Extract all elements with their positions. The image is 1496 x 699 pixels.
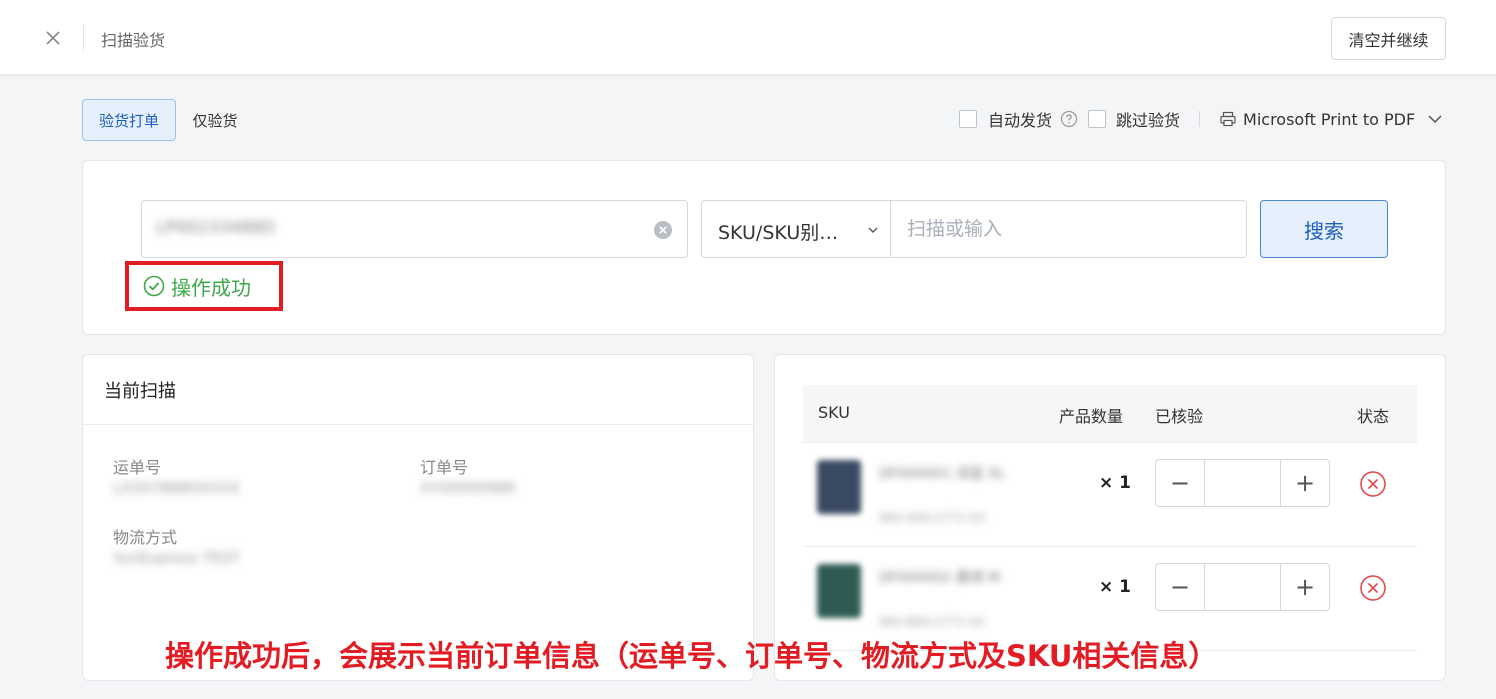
- auto-ship-label: 自动发货: [988, 111, 1053, 130]
- printer-icon: [1220, 111, 1236, 127]
- success-message: 操作成功: [125, 261, 283, 311]
- success-text: 操作成功: [171, 275, 251, 300]
- tracking-value: LX3078880XXXX: [113, 479, 240, 497]
- verified-stepper: − +: [1155, 459, 1330, 507]
- tab-inspect-only[interactable]: 仅验货: [180, 99, 250, 141]
- search-field-value: SKU/SKU别…: [718, 222, 839, 244]
- col-quantity: 产品数量: [1059, 407, 1124, 426]
- search-field-select[interactable]: SKU/SKU别…: [701, 200, 891, 258]
- decrement-button[interactable]: −: [1156, 460, 1204, 506]
- product-thumbnail: [817, 460, 861, 514]
- sku-code: SKU-A00-2771-S3: [879, 511, 985, 525]
- options-divider: [1199, 111, 1201, 127]
- chevron-down-icon: [868, 227, 878, 233]
- decrement-button[interactable]: −: [1156, 564, 1204, 610]
- sku-name: DF000001 深蓝 XL: [879, 466, 1006, 482]
- table-row: DF000001 深蓝 XL SKU-A00-2771-S3 × 1 − +: [803, 443, 1417, 547]
- help-icon[interactable]: [1060, 110, 1078, 128]
- current-scan-panel: 当前扫描 运单号 LX3078880XXXX 订单号 XY0000098K 物流…: [82, 354, 754, 681]
- printer-label: Microsoft Print to PDF: [1243, 109, 1416, 129]
- tracking-input[interactable]: LP00233488D: [141, 200, 688, 258]
- quantity-value: × 1: [1099, 473, 1131, 493]
- annotation-caption: 操作成功后，会展示当前订单信息（运单号、订单号、物流方式及SKU相关信息）: [165, 639, 1218, 673]
- sku-name: DF000002 墨绿 M: [879, 570, 1001, 586]
- product-thumbnail: [817, 564, 861, 618]
- tracking-label: 运单号: [113, 458, 162, 477]
- close-icon[interactable]: [44, 29, 62, 47]
- header-divider: [83, 25, 84, 51]
- skip-inspect-checkbox[interactable]: [1088, 110, 1107, 128]
- col-status: 状态: [1357, 407, 1390, 426]
- tracking-input-value: LP00233488D: [156, 218, 276, 238]
- options-bar: 自动发货 跳过验货 Microsoft Print to PDF: [959, 108, 1443, 130]
- sku-panel: SKU 产品数量 已核验 状态 DF000001 深蓝 XL SKU-A00-2…: [774, 354, 1446, 681]
- sku-code: SKU-B00-2771-S2: [879, 615, 985, 629]
- error-circle-icon[interactable]: [1359, 470, 1387, 498]
- increment-button[interactable]: +: [1281, 564, 1329, 610]
- scan-input[interactable]: [890, 200, 1247, 258]
- auto-ship-checkbox[interactable]: [959, 110, 977, 128]
- tab-inspect-print[interactable]: 验货打单: [82, 99, 176, 141]
- check-circle-icon: [143, 275, 165, 297]
- error-circle-icon[interactable]: [1359, 574, 1387, 602]
- sku-table-header: SKU 产品数量 已核验 状态: [803, 385, 1417, 443]
- printer-select[interactable]: Microsoft Print to PDF: [1219, 110, 1443, 129]
- col-sku: SKU: [818, 403, 850, 422]
- current-scan-title: 当前扫描: [104, 381, 176, 402]
- increment-button[interactable]: +: [1281, 460, 1329, 506]
- chevron-down-icon: [1428, 115, 1442, 124]
- clear-input-icon[interactable]: [653, 220, 673, 240]
- col-verified: 已核验: [1155, 407, 1204, 426]
- verified-stepper: − +: [1155, 563, 1330, 611]
- order-value: XY0000098K: [420, 479, 517, 497]
- verified-count-input[interactable]: [1204, 460, 1281, 506]
- search-button[interactable]: 搜索: [1260, 200, 1388, 258]
- clear-continue-button[interactable]: 清空并继续: [1331, 17, 1446, 60]
- quantity-value: × 1: [1099, 577, 1131, 597]
- verified-count-input[interactable]: [1204, 564, 1281, 610]
- order-label: 订单号: [420, 458, 469, 477]
- top-bar: 扫描验货 清空并继续: [0, 0, 1496, 75]
- page-title: 扫描验货: [101, 31, 166, 50]
- skip-inspect-label: 跳过验货: [1116, 111, 1181, 130]
- scan-search-panel: LP00233488D SKU/SKU别… 搜索 操作成功: [82, 160, 1446, 335]
- shipping-value: YunExpress TEST: [113, 549, 241, 567]
- shipping-label: 物流方式: [113, 528, 178, 547]
- current-scan-header: 当前扫描: [83, 355, 753, 425]
